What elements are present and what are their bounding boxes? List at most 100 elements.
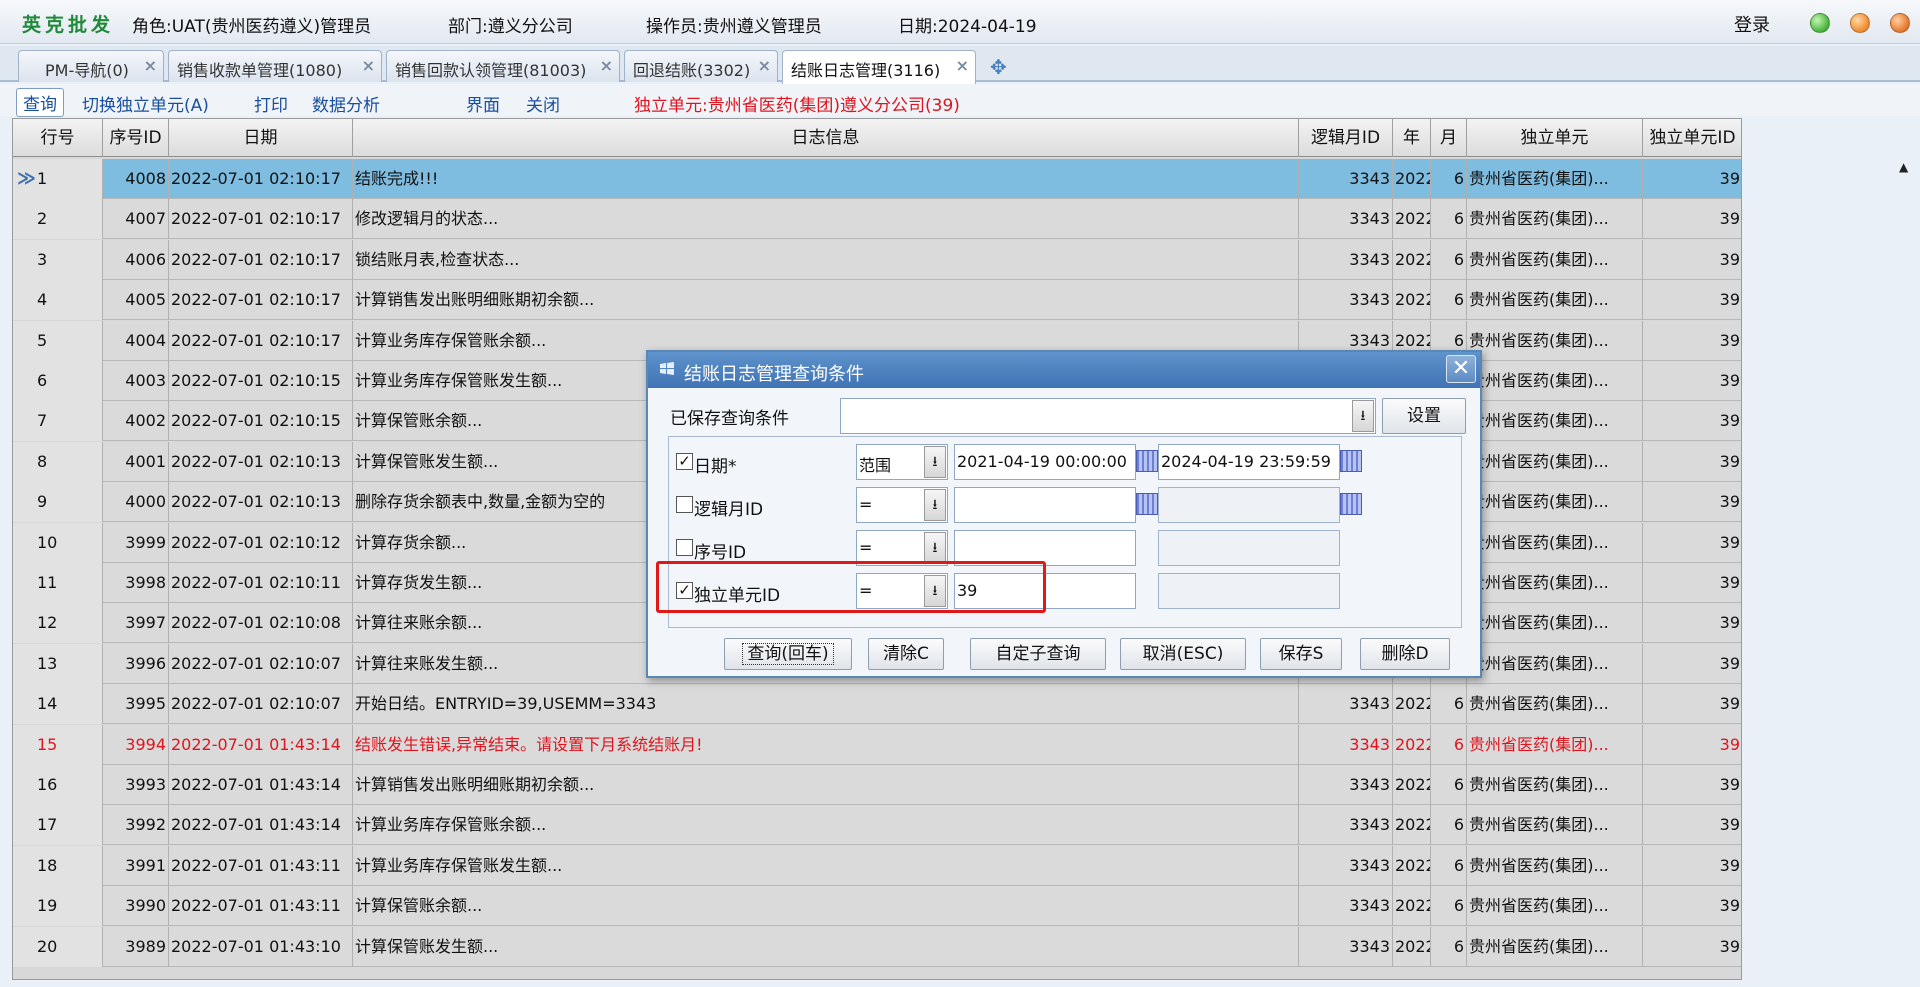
dialog-titlebar[interactable]: 结账日志管理查询条件 ✕	[648, 352, 1480, 388]
table-row[interactable]: 2 4007 2022-07-01 02:10:17 修改逻辑月的状态... 3343 2…	[13, 199, 1741, 240]
cell-unit-id: 39	[1643, 321, 1741, 361]
col-header[interactable]: 逻辑月ID	[1299, 119, 1393, 157]
close-icon[interactable]: ×	[144, 56, 157, 75]
cell-unit-name: 贵州省医药(集团)...	[1467, 159, 1643, 199]
cell-unit-id: 39	[1643, 846, 1741, 886]
dialog-custom-query-button[interactable]: 自定子查询	[970, 638, 1106, 670]
lookup-icon[interactable]	[1340, 493, 1362, 515]
cell-unit-id: 39	[1643, 563, 1741, 603]
cell-log-message: 计算销售发出账明细账期初余额...	[353, 765, 1299, 805]
table-row[interactable]: 16 3993 2022-07-01 01:43:14 计算销售发出账明细账期初余额.…	[13, 765, 1741, 805]
cell-logical-month-id: 3343	[1299, 684, 1393, 725]
close-icon[interactable]: ×	[956, 56, 969, 75]
switch-unit-button[interactable]: 切换独立单元(A)	[82, 91, 209, 116]
table-row[interactable]: 20 3989 2022-07-01 01:43:10 计算保管账发生额... 3343…	[13, 926, 1741, 967]
close-icon[interactable]: ×	[758, 56, 771, 75]
dialog-close-icon[interactable]: ✕	[1446, 355, 1476, 383]
app-header: 英克批发 角色:UAT(贵州医药遵义)管理员 部门:遵义分公司 操作员:贵州遵义…	[0, 0, 1920, 44]
saved-query-label: 已保存查询条件	[670, 409, 789, 429]
dialog-save-button[interactable]: 保存S	[1260, 638, 1342, 670]
date-checkbox[interactable]: ✓	[676, 453, 693, 470]
table-row[interactable]: 17 3992 2022-07-01 01:43:14 计算业务库存保管账余额... 3…	[13, 805, 1741, 846]
date-start-input[interactable]: 2021-04-19 00:00:00	[954, 444, 1136, 480]
cell-month: 6	[1431, 724, 1467, 765]
cell-log-date: 2022-07-01 02:10:17	[169, 280, 353, 321]
table-row[interactable]: 140082022-07-01 02:10:17结账完成!!!334320226…	[13, 159, 1741, 199]
query-button[interactable]: 查询	[16, 88, 64, 117]
serial-id-to-input[interactable]	[1158, 530, 1340, 566]
close-button[interactable]: 关闭	[526, 91, 560, 116]
tab-sales-receipt[interactable]: 销售收款单管理(1080) ×	[168, 50, 382, 82]
table-row[interactable]: 15 3994 2022-07-01 01:43:14 结账发生错误,异常结束。请设置…	[13, 724, 1741, 765]
cell-unit-name: 贵州省医药(集团)...	[1467, 320, 1643, 361]
saved-query-select[interactable]	[840, 398, 1376, 434]
close-icon[interactable]: ×	[362, 56, 375, 75]
tab-bar: PM-导航(0) × 销售收款单管理(1080) × 销售回款认领管理(8100…	[0, 46, 1920, 84]
table-row[interactable]: 19 3990 2022-07-01 01:43:11 计算保管账余额... 3343 2…	[13, 886, 1741, 927]
cell-unit-name: 贵州省医药(集团)...	[1467, 724, 1643, 765]
col-header[interactable]: 独立单元	[1467, 119, 1643, 157]
serial-id-checkbox[interactable]	[676, 539, 693, 556]
scroll-up-icon[interactable]: ▲	[1899, 160, 1908, 174]
logical-month-from-input[interactable]	[954, 487, 1136, 523]
table-row[interactable]: 3 4006 2022-07-01 02:10:17 锁结账月表,检查状态... 334…	[13, 239, 1741, 280]
chevron-down-icon[interactable]: ⭳	[1352, 400, 1374, 432]
current-row-icon: ≫	[17, 168, 36, 189]
ui-button[interactable]: 界面	[466, 91, 500, 116]
col-header[interactable]: 年	[1393, 119, 1431, 157]
table-row[interactable]: 14 3995 2022-07-01 02:10:07 开始日结。ENTRYID=39…	[13, 684, 1741, 725]
cell-row-number: 5	[13, 320, 103, 361]
date-end-input[interactable]: 2024-04-19 23:59:59	[1158, 444, 1340, 480]
settings-button[interactable]: 设置	[1382, 398, 1466, 434]
dialog-query-button[interactable]: 查询(回车)	[724, 638, 852, 670]
tab-pm-nav[interactable]: PM-导航(0) ×	[18, 50, 164, 82]
cell-unit-id: 39	[1643, 361, 1741, 401]
cell-serial-id: 4002	[103, 401, 169, 442]
cell-unit-name: 贵州省医药(集团)...	[1467, 684, 1643, 725]
dialog-clear-button[interactable]: 清除C	[868, 638, 944, 670]
col-header[interactable]: 日期	[169, 119, 353, 157]
minimize-icon[interactable]	[1810, 13, 1830, 33]
vertical-scrollbar[interactable]: ▲	[1894, 160, 1916, 975]
table-row[interactable]: 18 3991 2022-07-01 01:43:11 计算业务库存保管账发生额...…	[13, 845, 1741, 886]
col-header[interactable]: 日志信息	[353, 119, 1299, 157]
maximize-icon[interactable]	[1850, 13, 1870, 33]
table-row[interactable]: 4 4005 2022-07-01 02:10:17 计算销售发出账明细账期初余额..…	[13, 280, 1741, 321]
lookup-icon[interactable]	[1136, 493, 1158, 515]
col-header[interactable]: 月	[1431, 119, 1467, 157]
col-header[interactable]: 序号ID	[103, 119, 169, 157]
cell-serial-id: 3989	[103, 926, 169, 967]
cell-month: 6	[1431, 805, 1467, 846]
print-button[interactable]: 打印	[254, 91, 288, 116]
cell-serial-id: 4007	[103, 199, 169, 240]
dialog-cancel-button[interactable]: 取消(ESC)	[1120, 638, 1246, 670]
tab-rollback[interactable]: 回退结账(3302) ×	[624, 50, 778, 82]
add-tab-icon[interactable]: ✥	[990, 55, 1007, 79]
chevron-down-icon[interactable]: ⭳	[924, 532, 946, 564]
brand-logo: 英克批发	[22, 14, 115, 36]
col-header[interactable]: 独立单元ID	[1643, 119, 1741, 157]
logical-month-to-input[interactable]	[1158, 487, 1340, 523]
chevron-down-icon[interactable]: ⭳	[924, 489, 946, 521]
calendar-icon[interactable]	[1340, 450, 1362, 472]
col-header[interactable]: 行号	[13, 119, 103, 157]
cell-row-number: 19	[13, 886, 103, 927]
cell-unit-name: 贵州省医药(集团)...	[1467, 401, 1643, 442]
login-link[interactable]: 登录	[1734, 11, 1770, 37]
tab-sales-claim[interactable]: 销售回款认领管理(81003) ×	[386, 50, 620, 82]
unit-id-to-input[interactable]	[1158, 573, 1340, 609]
chevron-down-icon[interactable]: ⭳	[924, 446, 946, 478]
close-icon[interactable]: ×	[600, 56, 613, 75]
analysis-button[interactable]: 数据分析	[312, 91, 380, 116]
dialog-title: 结账日志管理查询条件	[684, 364, 864, 385]
cell-logical-month-id: 3343	[1299, 765, 1393, 805]
cell-year: 2022	[1393, 239, 1431, 280]
cell-logical-month-id: 3343	[1299, 280, 1393, 321]
dialog-delete-button[interactable]: 删除D	[1360, 638, 1450, 670]
close-window-icon[interactable]	[1890, 13, 1910, 33]
cell-serial-id: 3998	[103, 563, 169, 603]
logical-month-checkbox[interactable]	[676, 496, 693, 513]
tab-closing-log[interactable]: 结账日志管理(3116) ×	[782, 50, 976, 84]
cell-log-message: 计算业务库存保管账发生额...	[353, 845, 1299, 886]
calendar-icon[interactable]	[1136, 450, 1158, 472]
